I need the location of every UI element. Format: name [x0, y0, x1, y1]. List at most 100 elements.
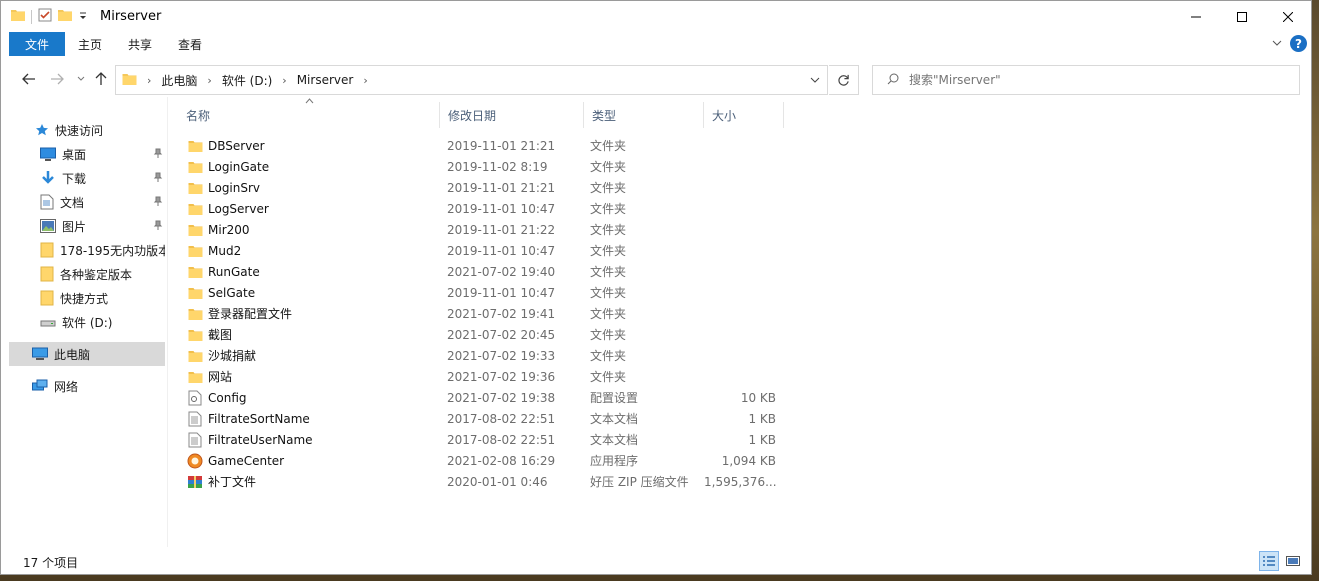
folder-icon: [187, 369, 203, 385]
nav-this-pc[interactable]: 此电脑: [9, 342, 165, 366]
file-row[interactable]: DBServer 2019-11-01 21:21 文件夹: [178, 135, 784, 156]
file-name-cell[interactable]: LogServer: [178, 201, 440, 217]
pin-icon[interactable]: [153, 196, 163, 209]
file-row[interactable]: 补丁文件 2020-01-01 0:46 好压 ZIP 压缩文件 1,595,376.…: [178, 471, 784, 492]
file-name-cell[interactable]: 沙城捐献: [178, 347, 440, 364]
file-name-cell[interactable]: LoginGate: [178, 159, 440, 175]
file-name-cell[interactable]: 补丁文件: [178, 473, 440, 490]
file-row[interactable]: Mir200 2019-11-01 21:22 文件夹: [178, 219, 784, 240]
file-row[interactable]: LoginGate 2019-11-02 8:19 文件夹: [178, 156, 784, 177]
nav-documents[interactable]: 文档: [9, 190, 165, 214]
breadcrumb-drive-d[interactable]: 软件 (D:): [222, 72, 272, 89]
file-row[interactable]: LogServer 2019-11-01 10:47 文件夹: [178, 198, 784, 219]
chevron-right-icon[interactable]: ›: [282, 74, 286, 87]
file-row[interactable]: Config 2021-07-02 19:38 配置设置 10 KB: [178, 387, 784, 408]
file-row[interactable]: SelGate 2019-11-01 10:47 文件夹: [178, 282, 784, 303]
large-icons-view-button[interactable]: [1283, 551, 1303, 571]
file-name: RunGate: [208, 264, 260, 279]
zip-file-icon: [187, 474, 203, 490]
file-name-cell[interactable]: Config: [178, 390, 440, 406]
tab-share[interactable]: 共享: [115, 32, 165, 56]
file-row[interactable]: RunGate 2021-07-02 19:40 文件夹: [178, 261, 784, 282]
nav-desktop[interactable]: 桌面: [9, 142, 165, 166]
file-row[interactable]: 沙城捐献 2021-07-02 19:33 文件夹: [178, 345, 784, 366]
file-size: 1,094 KB: [721, 453, 776, 468]
file-name-cell[interactable]: DBServer: [178, 138, 440, 154]
file-name-cell[interactable]: SelGate: [178, 285, 440, 301]
file-type: 配置设置: [590, 391, 639, 405]
help-icon[interactable]: ?: [1290, 35, 1307, 52]
column-header-date[interactable]: 修改日期: [440, 102, 584, 128]
properties-icon[interactable]: [38, 8, 52, 25]
pin-icon[interactable]: [153, 148, 163, 161]
file-name-cell[interactable]: 截图: [178, 326, 440, 343]
file-name-cell[interactable]: RunGate: [178, 264, 440, 280]
recent-locations-icon[interactable]: [71, 69, 91, 89]
nav-quick-access[interactable]: 快速访问: [9, 118, 165, 142]
nav-folder-178-195[interactable]: 178-195无内功版本: [9, 238, 165, 262]
folder-icon: [187, 138, 203, 154]
file-row[interactable]: FiltrateSortName 2017-08-02 22:51 文本文档 1 KB: [178, 408, 784, 429]
minimize-button[interactable]: [1173, 1, 1219, 32]
folder-icon: [187, 306, 203, 322]
file-name-cell[interactable]: 登录器配置文件: [178, 305, 440, 322]
up-button[interactable]: [91, 69, 111, 89]
chevron-right-icon[interactable]: ›: [363, 74, 367, 87]
file-row[interactable]: FiltrateUserName 2017-08-02 22:51 文本文档 1 KB: [178, 429, 784, 450]
expand-ribbon-icon[interactable]: [1272, 37, 1282, 51]
nav-pictures[interactable]: 图片: [9, 214, 165, 238]
file-date: 2019-11-01 21:21: [447, 180, 556, 195]
file-name-cell[interactable]: LoginSrv: [178, 180, 440, 196]
pin-icon[interactable]: [153, 172, 163, 185]
file-row[interactable]: LoginSrv 2019-11-01 21:21 文件夹: [178, 177, 784, 198]
nav-downloads[interactable]: 下载: [9, 166, 165, 190]
nav-network[interactable]: 网络: [9, 374, 165, 398]
file-date: 2019-11-01 10:47: [447, 285, 556, 300]
file-date: 2021-07-02 19:38: [447, 390, 556, 405]
file-row[interactable]: 网站 2021-07-02 19:36 文件夹: [178, 366, 784, 387]
breadcrumb-this-pc[interactable]: 此电脑: [161, 72, 197, 89]
maximize-button[interactable]: [1219, 1, 1265, 32]
file-row[interactable]: 登录器配置文件 2021-07-02 19:41 文件夹: [178, 303, 784, 324]
folder-icon: [40, 242, 54, 258]
forward-button[interactable]: [47, 69, 67, 89]
file-name-cell[interactable]: Mir200: [178, 222, 440, 238]
chevron-right-icon[interactable]: ›: [207, 74, 211, 87]
back-button[interactable]: [19, 69, 39, 89]
pane-divider[interactable]: [167, 97, 168, 547]
search-box[interactable]: [872, 65, 1300, 95]
file-name-cell[interactable]: FiltrateSortName: [178, 411, 440, 427]
file-size: 1,595,376...: [704, 474, 777, 489]
file-name: Mud2: [208, 243, 242, 258]
close-button[interactable]: [1265, 1, 1311, 32]
file-row[interactable]: 截图 2021-07-02 20:45 文件夹: [178, 324, 784, 345]
new-folder-icon[interactable]: [58, 8, 72, 25]
file-name-cell[interactable]: 网站: [178, 368, 440, 385]
file-name-cell[interactable]: FiltrateUserName: [178, 432, 440, 448]
tab-file[interactable]: 文件: [9, 32, 66, 56]
nav-folder-appraisal[interactable]: 各种鉴定版本: [9, 262, 165, 286]
column-header-type[interactable]: 类型: [584, 102, 704, 128]
nav-drive-d[interactable]: 软件 (D:): [9, 310, 165, 334]
tab-home[interactable]: 主页: [65, 32, 115, 56]
column-header-name[interactable]: 名称: [178, 102, 440, 128]
window-controls: [1173, 1, 1311, 32]
pin-icon[interactable]: [153, 220, 163, 233]
nav-folder-shortcuts[interactable]: 快捷方式: [9, 286, 165, 310]
address-dropdown-button[interactable]: [803, 66, 827, 94]
file-name-cell[interactable]: Mud2: [178, 243, 440, 259]
column-header-size[interactable]: 大小: [704, 102, 784, 128]
details-view-button[interactable]: [1259, 551, 1279, 571]
file-size: 10 KB: [740, 390, 776, 405]
file-name-cell[interactable]: GameCenter: [178, 453, 440, 469]
file-row[interactable]: Mud2 2019-11-01 10:47 文件夹: [178, 240, 784, 261]
search-input[interactable]: [909, 73, 1289, 87]
refresh-button[interactable]: [829, 65, 859, 95]
file-name: GameCenter: [208, 453, 285, 468]
tab-view[interactable]: 查看: [165, 32, 215, 56]
breadcrumb-mirserver[interactable]: Mirserver: [297, 73, 354, 87]
chevron-right-icon[interactable]: ›: [147, 74, 151, 87]
customize-toolbar-icon[interactable]: [78, 10, 88, 24]
address-bar[interactable]: › 此电脑 › 软件 (D:) › Mirserver ›: [115, 65, 828, 95]
file-row[interactable]: GameCenter 2021-02-08 16:29 应用程序 1,094 KB: [178, 450, 784, 471]
